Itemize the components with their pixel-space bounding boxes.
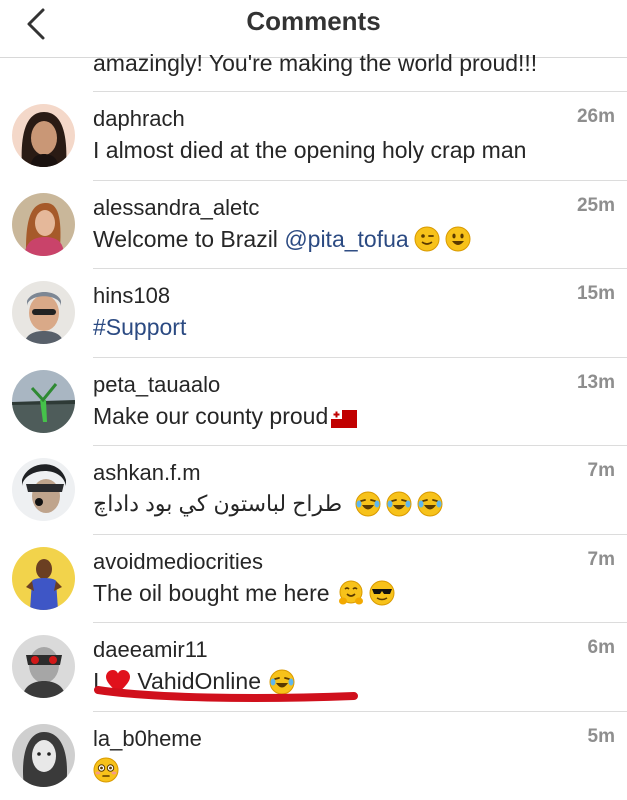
comment-text-content: طراح لباستون کي بود داداچ [93, 491, 343, 516]
sunglasses-emoji-icon [369, 580, 395, 606]
comment-username[interactable]: alessandra_aletc [93, 195, 259, 221]
hugging-emoji-icon [338, 580, 364, 606]
comment-item[interactable]: daphrach 26m I almost died at the openin… [0, 92, 627, 181]
comment-text: I almost died at the opening holy crap m… [93, 137, 526, 164]
comment-text-content: Welcome to Brazil [93, 225, 278, 252]
comment-item[interactable]: avoidmediocrities 7m The oil bought me h… [0, 535, 627, 623]
comment-time: 5m [587, 725, 615, 747]
comment-username[interactable]: la_b0heme [93, 726, 202, 752]
comment-time: 25m [576, 194, 615, 216]
comment-item[interactable]: la_b0heme 5m [0, 712, 627, 800]
chevron-left-icon [27, 8, 45, 40]
hashtag-link[interactable]: #Support [93, 314, 186, 341]
laughing-tears-emoji-icon [355, 491, 381, 517]
mention-link[interactable]: @pita_tofua [284, 226, 408, 253]
avatar[interactable] [12, 458, 75, 521]
comment-username[interactable]: hins108 [93, 283, 170, 309]
red-underline-annotation [94, 686, 358, 702]
avatar[interactable] [12, 723, 75, 787]
comment-text [93, 757, 119, 783]
comment-text: The oil bought me here [93, 580, 395, 607]
avatar[interactable] [12, 369, 75, 433]
back-button[interactable] [16, 4, 56, 44]
comment-username[interactable]: peta_tauaalo [93, 372, 220, 398]
avatar[interactable] [12, 281, 75, 344]
avatar[interactable] [12, 635, 75, 698]
comment-time: 7m [587, 548, 615, 570]
comment-username[interactable]: daeeamir11 [93, 637, 208, 663]
comment-text: طراح لباستون کي بود داداچ [93, 491, 443, 517]
comment-item[interactable]: alessandra_aletc 25m Welcome to Brazil @… [0, 181, 627, 269]
comment-text: #Support [93, 314, 186, 341]
comment-text-content: Make our county proud [93, 402, 329, 429]
comment-text: Welcome to Brazil @pita_tofua [93, 226, 471, 253]
flushed-emoji-icon [93, 757, 119, 783]
comment-time: 13m [576, 371, 615, 393]
comment-item[interactable]: peta_tauaalo 13m Make our county proud [0, 358, 627, 446]
comment-time: 15m [576, 283, 615, 304]
avatar[interactable] [12, 546, 75, 610]
comment-text-content: I almost died at the opening holy crap m… [93, 137, 527, 163]
partial-comment-text: amazingly! You're making the world proud… [93, 50, 538, 76]
comment-username[interactable]: ashkan.f.m [93, 460, 201, 486]
comment-time: 7m [587, 460, 615, 481]
page-title: Comments [246, 6, 381, 36]
avatar[interactable] [12, 192, 75, 256]
comment-username[interactable]: daphrach [93, 106, 185, 132]
laughing-tears-emoji-icon [417, 491, 443, 517]
smile-emoji-icon [445, 226, 471, 252]
comment-item[interactable]: ashkan.f.m 7m طراح لباستون کي بود داداچ [0, 446, 627, 535]
comment-text: Make our county proud [93, 402, 358, 430]
tonga-flag-icon [331, 407, 358, 428]
comment-time: 26m [576, 106, 615, 127]
laughing-tears-emoji-icon [386, 491, 412, 517]
wink-emoji-icon [414, 226, 440, 252]
avatar[interactable] [12, 104, 75, 167]
comment-username[interactable]: avoidmediocrities [93, 549, 263, 575]
comment-item[interactable]: hins108 15m #Support [0, 269, 627, 358]
comment-time: 6m [587, 637, 615, 658]
comment-text-content: The oil bought me here [93, 579, 330, 606]
